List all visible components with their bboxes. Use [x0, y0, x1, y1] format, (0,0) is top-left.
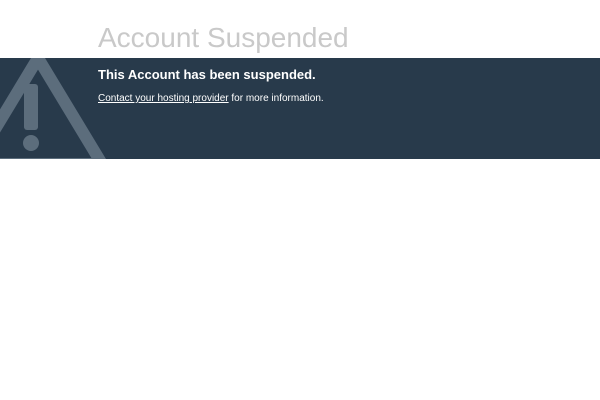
suspension-banner: This Account has been suspended. Contact…	[0, 58, 600, 159]
contact-info-suffix: for more information.	[228, 93, 324, 104]
contact-hosting-provider-link[interactable]: Contact your hosting provider	[98, 93, 229, 104]
contact-info-text: Contact your hosting provider for more i…	[98, 93, 324, 104]
warning-triangle-icon	[0, 58, 106, 159]
page-title: Account Suspended	[98, 22, 349, 53]
suspension-heading: This Account has been suspended.	[98, 67, 316, 82]
